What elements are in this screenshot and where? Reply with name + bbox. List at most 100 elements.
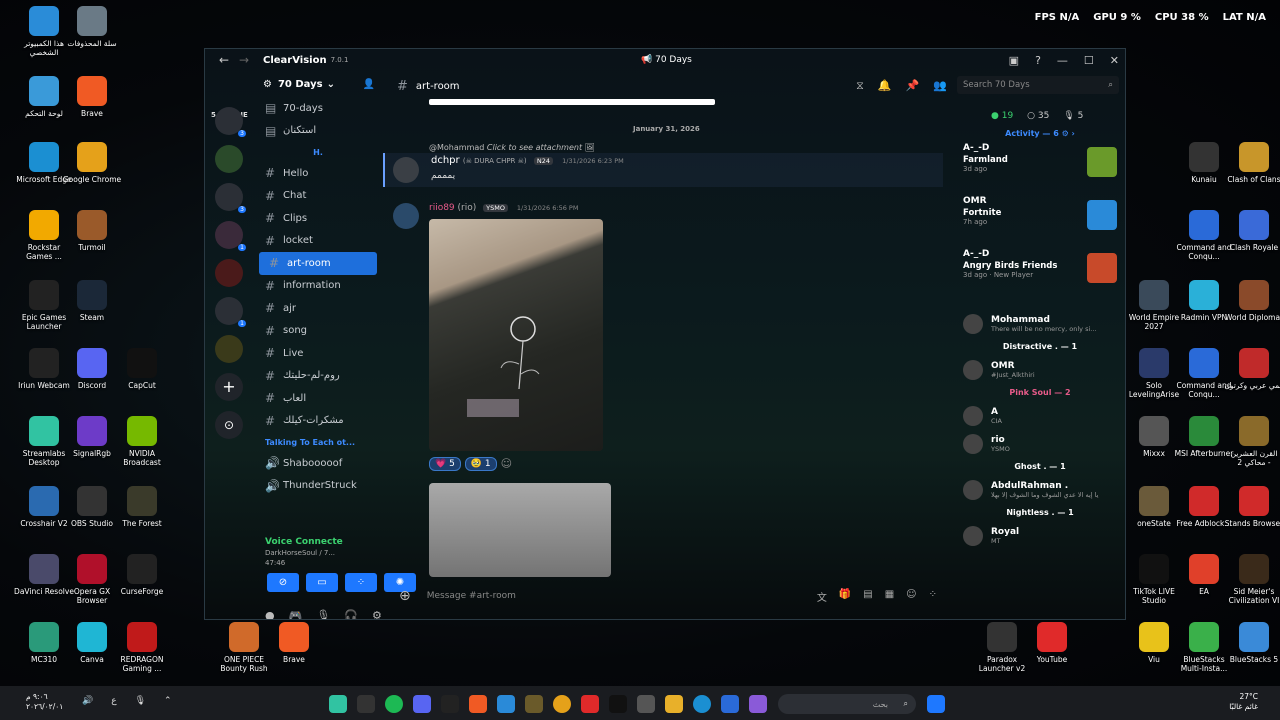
reaction[interactable]: 🥹 1 (464, 457, 497, 471)
image-attachment[interactable] (429, 219, 603, 451)
avatar[interactable] (393, 157, 419, 183)
desktop-icon[interactable]: BlueStacks 5 (1224, 622, 1280, 664)
game-icon[interactable] (525, 695, 543, 713)
language-indicator[interactable]: ع (111, 696, 116, 706)
streamlabs-icon[interactable] (329, 695, 347, 713)
avatar[interactable]: ● (265, 609, 275, 619)
activities-icon[interactable]: ⁘ (345, 573, 377, 592)
desktop-icon[interactable]: Sid Meier's Civilization VI (1224, 554, 1280, 605)
clock[interactable]: ٩:٠٦ م ٢٠٢٦/٠٢/٠١ (26, 692, 63, 712)
store-icon[interactable] (637, 695, 655, 713)
channel-item[interactable]: ▤ 70-days (255, 97, 381, 120)
pin-icon[interactable]: 📌 (906, 79, 920, 93)
username[interactable]: riio89 (429, 203, 455, 213)
member-item[interactable]: rio YSMO (957, 430, 1123, 458)
app-icon[interactable] (497, 695, 515, 713)
member-item[interactable]: A CIA (957, 402, 1123, 430)
spotify-icon[interactable] (385, 695, 403, 713)
brave-icon[interactable] (469, 695, 487, 713)
channel-item[interactable]: # Chat (255, 185, 381, 208)
reply-preview[interactable]: @Mohammad Click to see attachment 🖼 (429, 143, 595, 152)
channel-category[interactable]: Talking To Each ot... (255, 432, 381, 452)
settings-icon[interactable] (441, 695, 459, 713)
microphone-icon[interactable]: 🎙 (135, 696, 146, 706)
inbox-icon[interactable]: ▣ (1009, 54, 1019, 67)
desktop-icon[interactable]: Steam (62, 280, 122, 322)
channel-item[interactable]: 🔊 ThunderStruck (255, 475, 381, 498)
desktop-icon[interactable]: Google Chrome (62, 142, 122, 184)
add-server-icon[interactable]: + (215, 373, 243, 401)
copilot-icon[interactable] (749, 695, 767, 713)
desktop-icon[interactable]: Turmoil (62, 210, 122, 252)
activity-card[interactable]: OMR Fortnite 7h ago (957, 196, 1123, 249)
server-tag[interactable]: YSMO (483, 204, 508, 212)
gamepad-icon[interactable]: 🎮 (289, 609, 303, 619)
channel-item[interactable]: # روم-لم-حليتك (255, 365, 381, 388)
server-icon[interactable]: 1 (215, 221, 246, 251)
members-icon[interactable]: 👥 (933, 79, 947, 93)
member-item[interactable]: Mohammad There will be no mercy, only si.… (957, 310, 1123, 338)
channel-item[interactable]: # Clips (255, 207, 381, 230)
channel-category[interactable]: H. (255, 142, 381, 162)
desktop-icon[interactable]: CurseForge (112, 554, 172, 596)
obs-icon[interactable] (357, 695, 375, 713)
search-input[interactable]: Search 70 Days ⌕ (957, 76, 1119, 94)
channel-item[interactable]: # Live (255, 342, 381, 365)
emoji-icon[interactable]: ☺ (906, 589, 916, 604)
channel-item[interactable]: # العاب (255, 387, 381, 410)
member-item[interactable]: Royal MT (957, 522, 1123, 550)
server-icon[interactable]: 1 (215, 297, 246, 327)
server-icon[interactable] (215, 259, 243, 287)
forward-arrow-icon[interactable]: → (239, 53, 249, 67)
headphones-icon[interactable]: 🎧 (344, 609, 358, 619)
activity-header[interactable]: Activity — 6 ⚙ › (957, 125, 1123, 143)
server-name[interactable]: ⚙ 70 Days ⌄ 👤 (255, 71, 381, 97)
mail-icon[interactable] (721, 695, 739, 713)
username[interactable]: dchpr (431, 155, 460, 166)
channel-item[interactable]: 🔊 Shabooooof (255, 452, 381, 475)
desktop-icon[interactable]: REDRAGON Gaming ... (112, 622, 172, 673)
chrome-icon[interactable] (553, 695, 571, 713)
desktop-icon[interactable]: سلة المحذوفات (62, 6, 122, 48)
gear-icon[interactable]: ⚙ (1062, 129, 1069, 138)
windows-start-icon[interactable] (927, 695, 945, 713)
desktop-icon[interactable]: Clash Royale (1224, 210, 1280, 252)
channel-item[interactable]: # Hello (255, 162, 381, 185)
activity-card[interactable]: A-_-D Angry Birds Friends 3d ago · New Pla… (957, 249, 1123, 302)
desktop-icon[interactable]: The Forest (112, 486, 172, 528)
screen-share-icon[interactable]: ▭ (306, 573, 338, 592)
channel-item[interactable]: # locket (255, 230, 381, 253)
tiktok-icon[interactable] (609, 695, 627, 713)
desktop-icon[interactable]: Brave (264, 622, 324, 664)
taskbar-search[interactable]: بحث ⌕ (778, 694, 916, 714)
volume-icon[interactable]: 🔊 (82, 696, 93, 706)
server-icon[interactable] (215, 145, 243, 173)
close-button[interactable]: ✕ (1110, 54, 1119, 67)
desktop-icon[interactable]: القرن العشرين محاكي 2 - (1224, 416, 1280, 467)
reaction[interactable]: 💗 5 (429, 457, 461, 471)
channel-item[interactable]: # ajr (255, 297, 381, 320)
server-icon[interactable] (215, 335, 243, 363)
add-attachment-icon[interactable]: ⊕ (399, 588, 411, 604)
threads-icon[interactable]: ⧖ (856, 79, 864, 93)
folder-icon[interactable] (665, 695, 683, 713)
desktop-icon[interactable]: YouTube (1022, 622, 1082, 664)
microphone-icon[interactable]: 🎙 (316, 609, 330, 619)
translate-icon[interactable]: 文 (817, 589, 827, 604)
image-attachment[interactable] (429, 483, 611, 577)
channel-item[interactable]: # song (255, 320, 381, 343)
member-item[interactable]: AbdulRahman . يا إيه الا عدي الشوف وما ال… (957, 476, 1123, 504)
weather-widget[interactable]: 27°C غائم غالبًا (1229, 692, 1258, 712)
channel-selected[interactable]: # art-room (259, 252, 377, 275)
back-arrow-icon[interactable]: ← (219, 53, 229, 67)
add-reaction-icon[interactable]: ☺ (501, 457, 512, 471)
help-icon[interactable]: ? (1035, 54, 1041, 67)
gif-icon[interactable]: ▤ (863, 589, 872, 604)
discover-icon[interactable]: ⊙ (215, 411, 243, 439)
server-icon[interactable]: 3 (215, 107, 246, 137)
chevron-right-icon[interactable]: › (1072, 129, 1075, 138)
desktop-icon[interactable]: World Diplomat (1224, 280, 1280, 322)
desktop-icon[interactable]: Stands Browser (1224, 486, 1280, 528)
apps-icon[interactable]: ⁘ (929, 589, 937, 604)
channel-item[interactable]: # مشكرات-كيلك (255, 410, 381, 433)
